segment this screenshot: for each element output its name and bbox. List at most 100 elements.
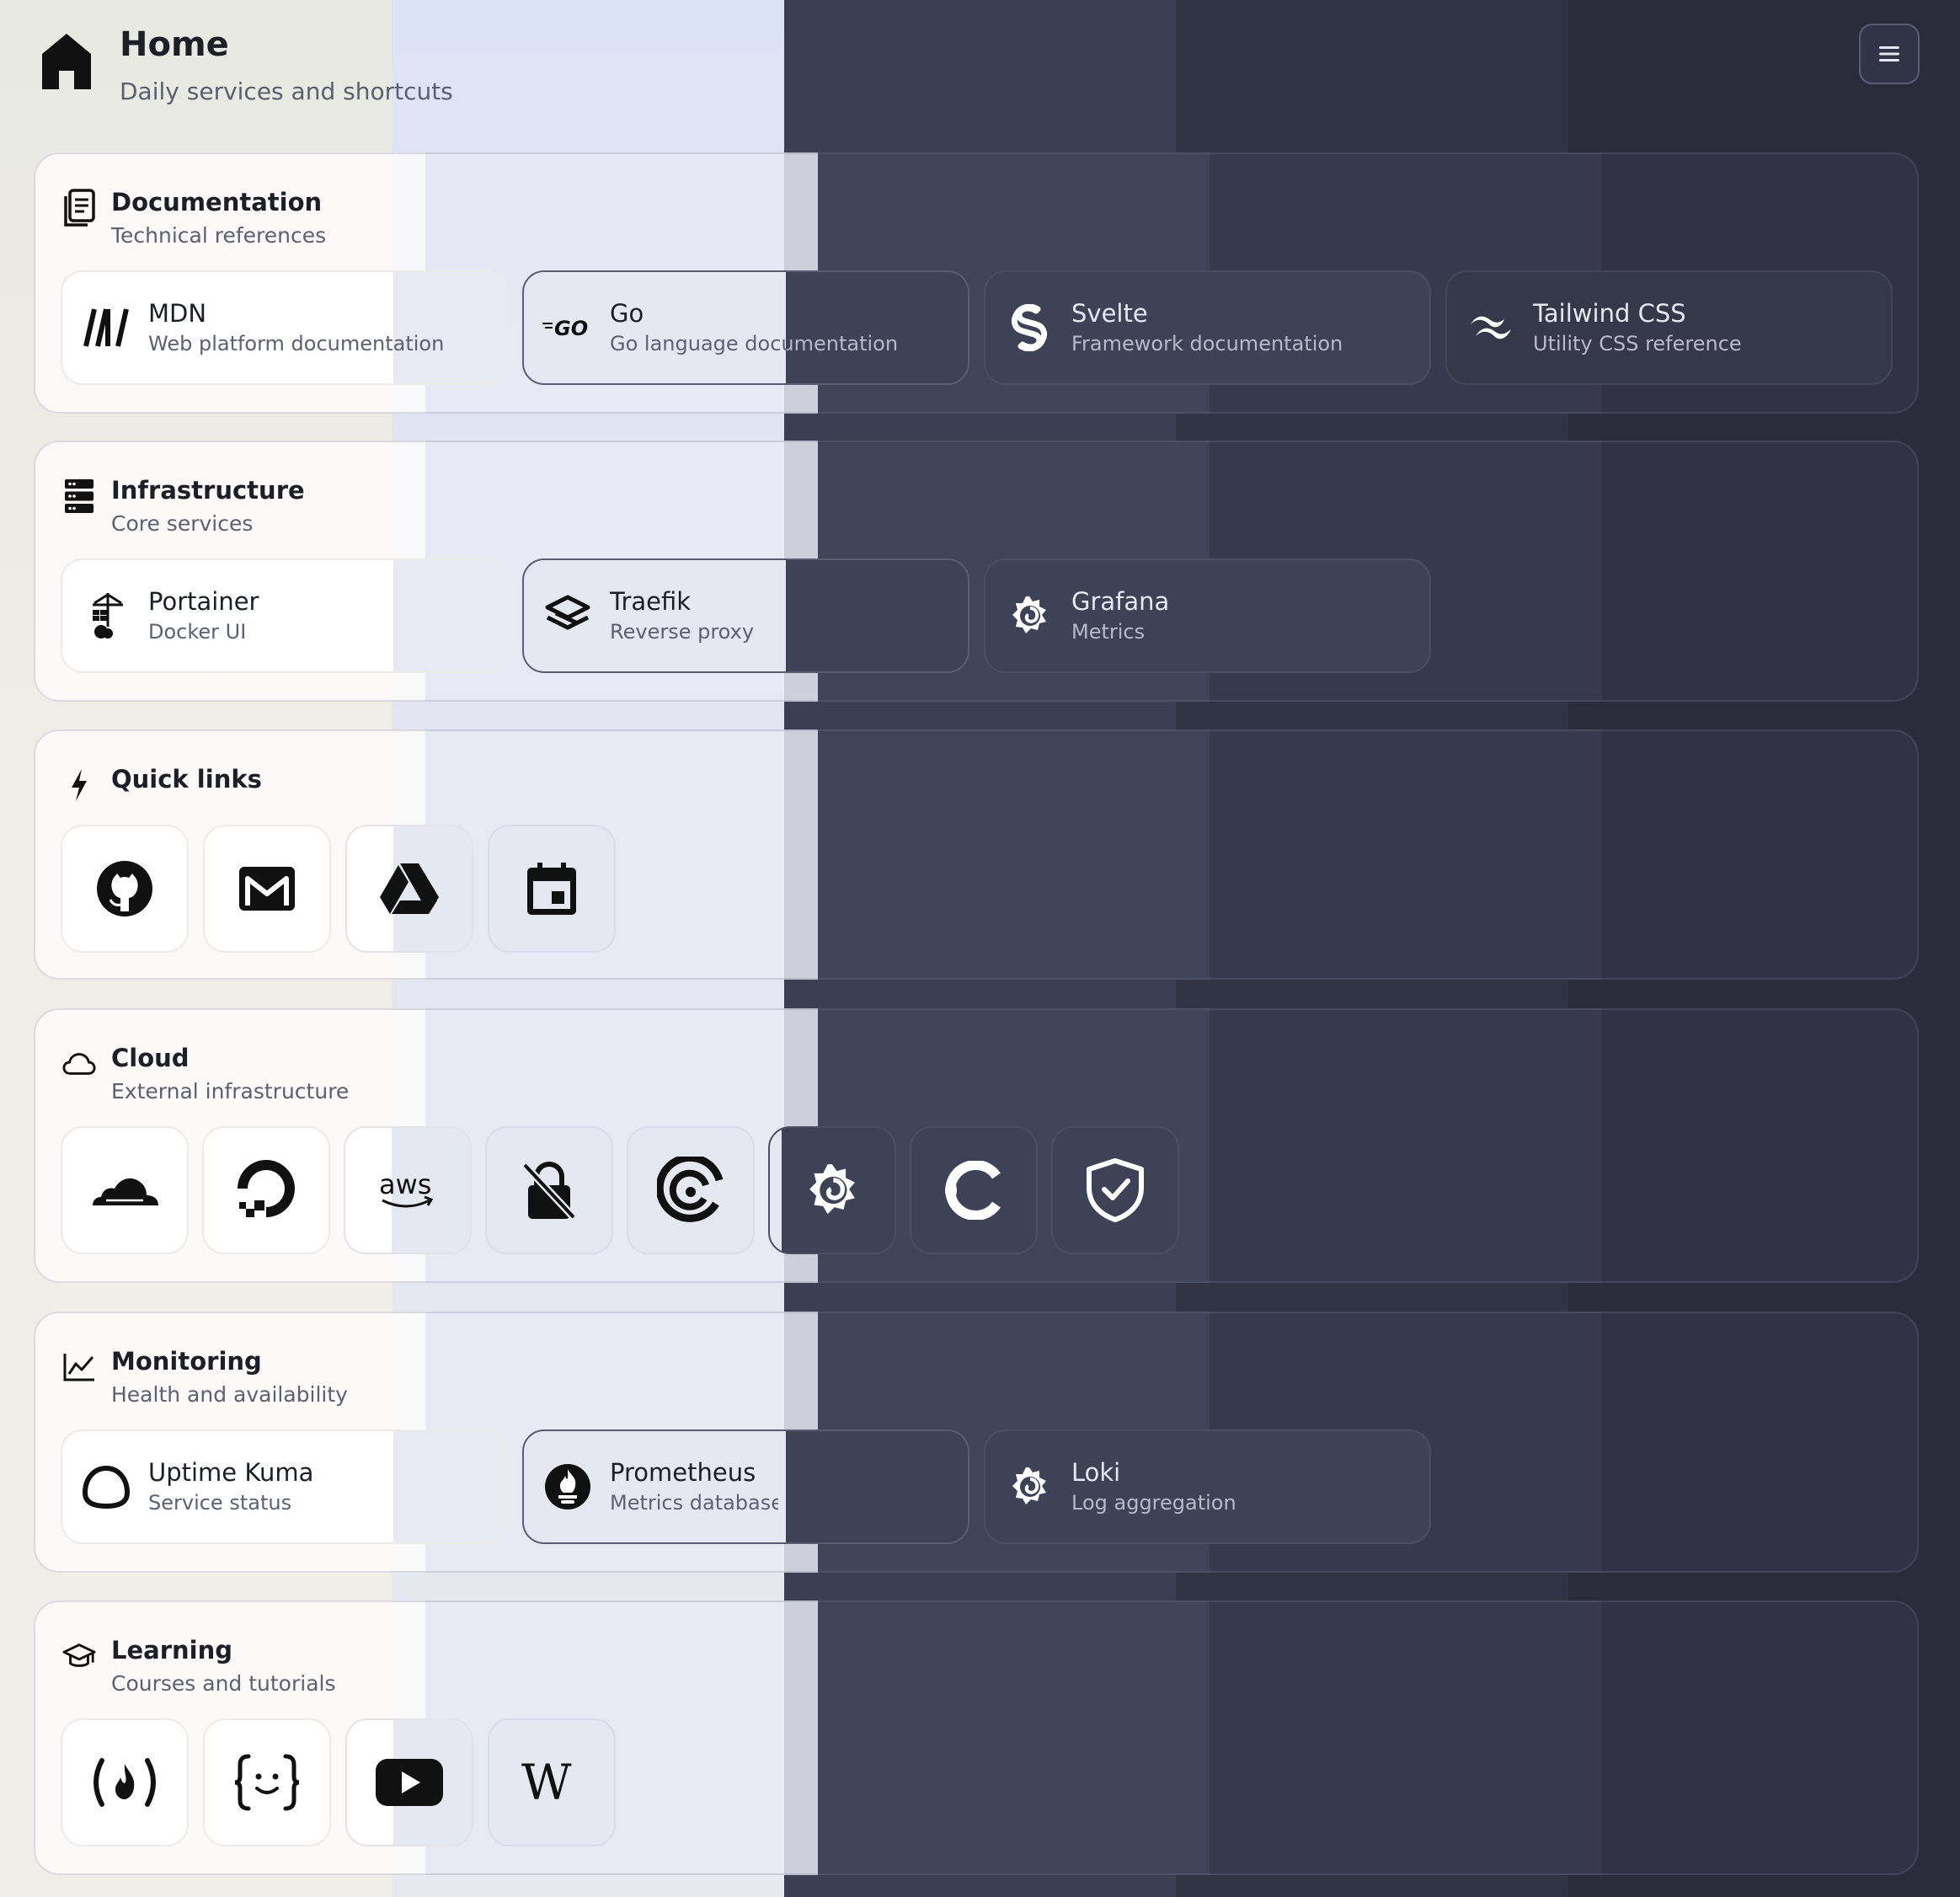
tile-tailwind[interactable]: Tailwind CSS Utility CSS reference xyxy=(1445,270,1893,385)
section-title: Documentation xyxy=(111,188,323,216)
tile-desc: Utility CSS reference xyxy=(1533,332,1742,355)
tile-name: MDN xyxy=(148,299,207,328)
section-title: Learning xyxy=(111,1636,233,1665)
section-title: Infrastructure xyxy=(111,476,305,505)
section-infrastructure: Infrastructure Core services Portainer D… xyxy=(34,441,1919,702)
home-icon xyxy=(42,34,91,89)
section-title: Quick links xyxy=(111,765,262,794)
svelte-icon xyxy=(1011,304,1048,351)
section-quick-links: Quick links xyxy=(34,729,1919,980)
tile-svelte[interactable]: Svelte Framework documentation xyxy=(984,270,1431,385)
section-title: Monitoring xyxy=(111,1347,262,1376)
shield-check-icon xyxy=(1087,1158,1144,1222)
tile-name: Go xyxy=(610,299,644,328)
section-subtitle: Courses and tutorials xyxy=(111,1671,336,1696)
wikipedia-text: W xyxy=(521,1757,572,1808)
tile-grafana[interactable]: Grafana Metrics xyxy=(984,558,1431,673)
quick-link-github[interactable] xyxy=(61,825,189,953)
cloud-link-cloudflare[interactable] xyxy=(61,1126,189,1254)
grafana-icon xyxy=(1012,596,1046,633)
tile-desc: Docker UI xyxy=(148,620,247,644)
portainer-icon xyxy=(93,593,123,639)
digitalocean-icon xyxy=(238,1160,295,1217)
menu-button[interactable] xyxy=(1859,24,1920,84)
section-title: Cloud xyxy=(111,1044,190,1072)
graduation-cap-icon xyxy=(62,1643,96,1667)
tile-uptime-kuma[interactable]: Uptime Kuma Service status xyxy=(61,1429,508,1544)
tailwind-icon xyxy=(1471,316,1511,339)
tile-desc: Metrics xyxy=(1071,620,1146,644)
tile-desc: Log aggregation xyxy=(1071,1491,1236,1515)
quick-link-drive[interactable] xyxy=(345,825,473,953)
loki-icon xyxy=(1012,1467,1046,1504)
go-icon: GO xyxy=(542,317,588,340)
tile-name: Uptime Kuma xyxy=(148,1458,314,1487)
grafana-icon xyxy=(809,1164,855,1215)
tile-name: Svelte xyxy=(1071,299,1148,328)
cloud-link-lock[interactable] xyxy=(485,1126,613,1254)
chart-line-icon xyxy=(63,1354,94,1381)
tile-portainer[interactable]: Portainer Docker UI xyxy=(61,558,508,673)
gmail-icon xyxy=(239,867,295,911)
github-icon xyxy=(97,861,152,916)
youtube-icon xyxy=(376,1759,443,1806)
tile-desc: Framework documentation xyxy=(1071,332,1343,355)
tile-prometheus[interactable]: Prometheus Metrics database xyxy=(522,1429,969,1544)
cloud-icon xyxy=(62,1053,96,1075)
cloud-link-aws[interactable]: aws xyxy=(344,1126,472,1254)
tile-desc: Metrics database xyxy=(610,1488,783,1517)
section-subtitle: External infrastructure xyxy=(111,1079,350,1103)
mdn-icon xyxy=(83,308,129,347)
section-subtitle: Health and availability xyxy=(111,1382,348,1407)
google-drive-icon xyxy=(380,863,439,914)
calendar-icon xyxy=(527,863,576,915)
uptime-kuma-icon xyxy=(82,1465,131,1510)
tile-desc: Web platform documentation xyxy=(148,332,445,355)
cloud-link-tailscale[interactable] xyxy=(910,1126,1038,1254)
cloudflare-icon xyxy=(93,1178,158,1205)
cloud-link-spiral[interactable] xyxy=(627,1126,755,1254)
tile-name: Grafana xyxy=(1071,587,1170,616)
spiral-icon xyxy=(657,1157,724,1222)
page-subtitle: Daily services and shortcuts xyxy=(120,77,453,105)
section-subtitle: Core services xyxy=(111,511,254,536)
section-subtitle: Technical references xyxy=(111,223,327,248)
tile-go[interactable]: GO Go Go language documentation xyxy=(522,270,969,385)
tailscale-icon xyxy=(945,1161,1001,1220)
aws-text: aws xyxy=(379,1168,431,1200)
cloud-link-shield[interactable] xyxy=(1051,1126,1179,1254)
tile-desc: Service status xyxy=(148,1491,292,1515)
lightning-icon xyxy=(72,769,87,801)
svg-text:GO: GO xyxy=(554,317,588,340)
freecodecamp-icon xyxy=(93,1758,156,1807)
tile-mdn[interactable]: MDN Web platform documentation xyxy=(61,270,508,385)
section-learning: Learning Courses and tutorials W xyxy=(34,1600,1919,1875)
quick-link-gmail[interactable] xyxy=(203,825,331,953)
wikipedia-icon: W xyxy=(521,1757,572,1808)
quick-link-calendar[interactable] xyxy=(488,825,616,953)
aws-icon: aws xyxy=(379,1168,434,1208)
learning-link-youtube[interactable] xyxy=(345,1718,473,1846)
learning-link-freecodecamp[interactable] xyxy=(61,1718,189,1846)
prometheus-icon xyxy=(545,1464,590,1510)
learning-link-braces[interactable] xyxy=(203,1718,331,1846)
tile-desc: Reverse proxy xyxy=(610,620,755,644)
server-icon xyxy=(65,479,93,513)
cloud-link-digitalocean[interactable] xyxy=(202,1126,330,1254)
tile-name: Loki xyxy=(1071,1458,1121,1487)
document-icon xyxy=(64,189,95,227)
traefik-icon xyxy=(545,595,590,630)
tile-traefik[interactable]: Traefik Reverse proxy xyxy=(522,558,969,673)
lock-off-icon xyxy=(521,1162,577,1221)
tile-name: Traefik xyxy=(610,587,692,616)
tile-name: Tailwind CSS xyxy=(1533,299,1686,328)
tile-loki[interactable]: Loki Log aggregation xyxy=(984,1429,1431,1544)
braces-icon xyxy=(234,1754,300,1811)
tile-name: Prometheus xyxy=(610,1458,756,1487)
section-documentation: Documentation Technical references MDN W… xyxy=(34,152,1919,414)
page-title: Home xyxy=(120,25,229,64)
tile-name: Portainer xyxy=(148,587,259,616)
cloud-link-grafana[interactable] xyxy=(768,1126,896,1254)
section-monitoring: Monitoring Health and availability Uptim… xyxy=(34,1312,1919,1573)
learning-link-wikipedia[interactable]: W xyxy=(488,1718,616,1846)
